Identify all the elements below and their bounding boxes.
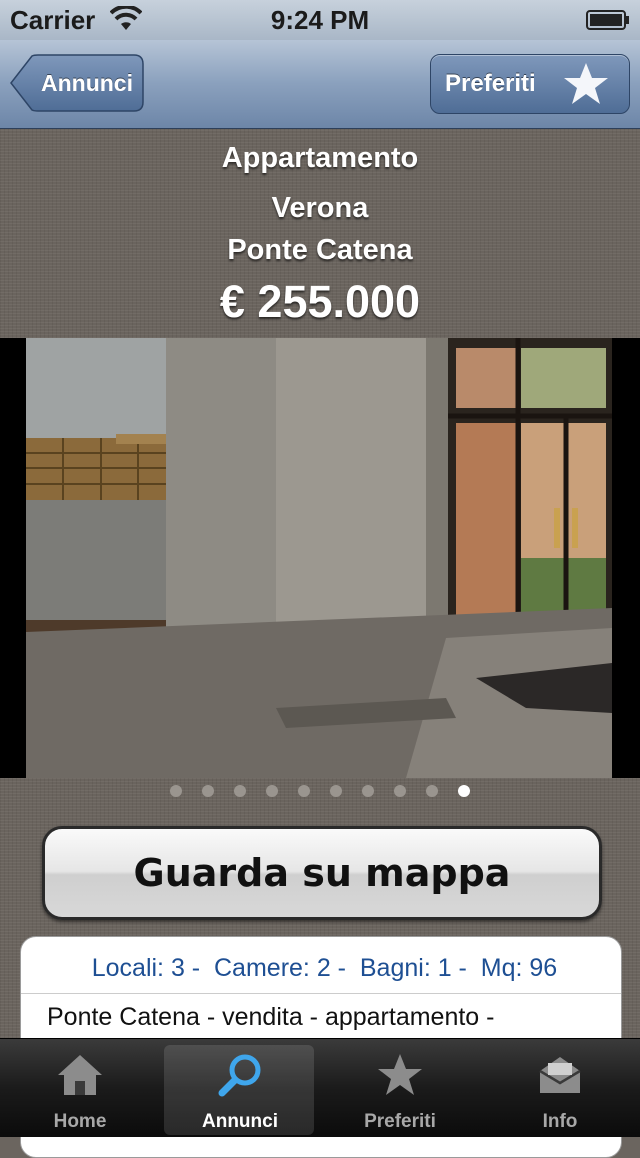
listing-description: Ponte Catena - vendita - appartamento - [47,1003,495,1031]
gallery-page-dot[interactable] [266,784,278,797]
status-bar: Carrier 9:24 PM [0,0,640,40]
status-time: 9:24 PM [270,5,370,35]
back-button-label: Annunci [41,70,133,96]
listing-photo[interactable] [26,338,612,778]
gallery-page-dot[interactable] [202,784,214,797]
favorites-button-label: Preferiti [445,70,536,97]
tab-annunci-label: Annunci [202,1111,278,1132]
gallery-page-dot[interactable] [298,784,310,797]
mail-icon [539,1057,581,1093]
gallery-page-dot[interactable] [170,784,182,797]
favorites-button[interactable]: Preferiti [430,54,630,114]
listing-city: Verona [271,192,369,224]
star-icon [564,63,608,104]
tab-info[interactable]: Info [480,1039,640,1137]
gallery-page-dot[interactable] [234,784,246,797]
search-icon [218,1054,261,1097]
view-on-map-label: Guarda su mappa [133,851,511,895]
tab-home[interactable]: Home [0,1039,160,1137]
gallery-page-dot[interactable] [330,784,342,797]
tab-annunci[interactable]: Annunci [160,1039,320,1137]
gallery-page-dot[interactable] [426,784,438,797]
tab-preferiti-label: Preferiti [364,1111,436,1132]
navigation-bar: Annunci Preferiti [0,40,640,129]
listing-summary: Locali: 3 - Camere: 2 - Bagni: 1 - Mq: 9… [21,937,621,994]
listing-type: Appartamento [221,142,419,174]
view-on-map-button[interactable]: Guarda su mappa [42,826,602,920]
photo-illustration [26,338,612,778]
tab-bar: Home Annunci Preferiti Info [0,1038,640,1137]
tab-preferiti[interactable]: Preferiti [320,1039,480,1137]
gallery-page-dot[interactable] [458,784,470,797]
listing-price: € 255.000 [219,276,421,327]
listing-zone: Ponte Catena [227,234,413,266]
gallery-page-indicator[interactable] [0,782,640,800]
gallery-page-dot[interactable] [362,784,374,797]
tab-info-label: Info [542,1111,578,1132]
star-icon [378,1054,422,1095]
battery-icon [586,10,629,30]
tab-home-label: Home [53,1111,107,1132]
back-button[interactable]: Annunci [10,54,144,112]
home-icon [58,1055,102,1095]
gallery-page-dot[interactable] [394,784,406,797]
